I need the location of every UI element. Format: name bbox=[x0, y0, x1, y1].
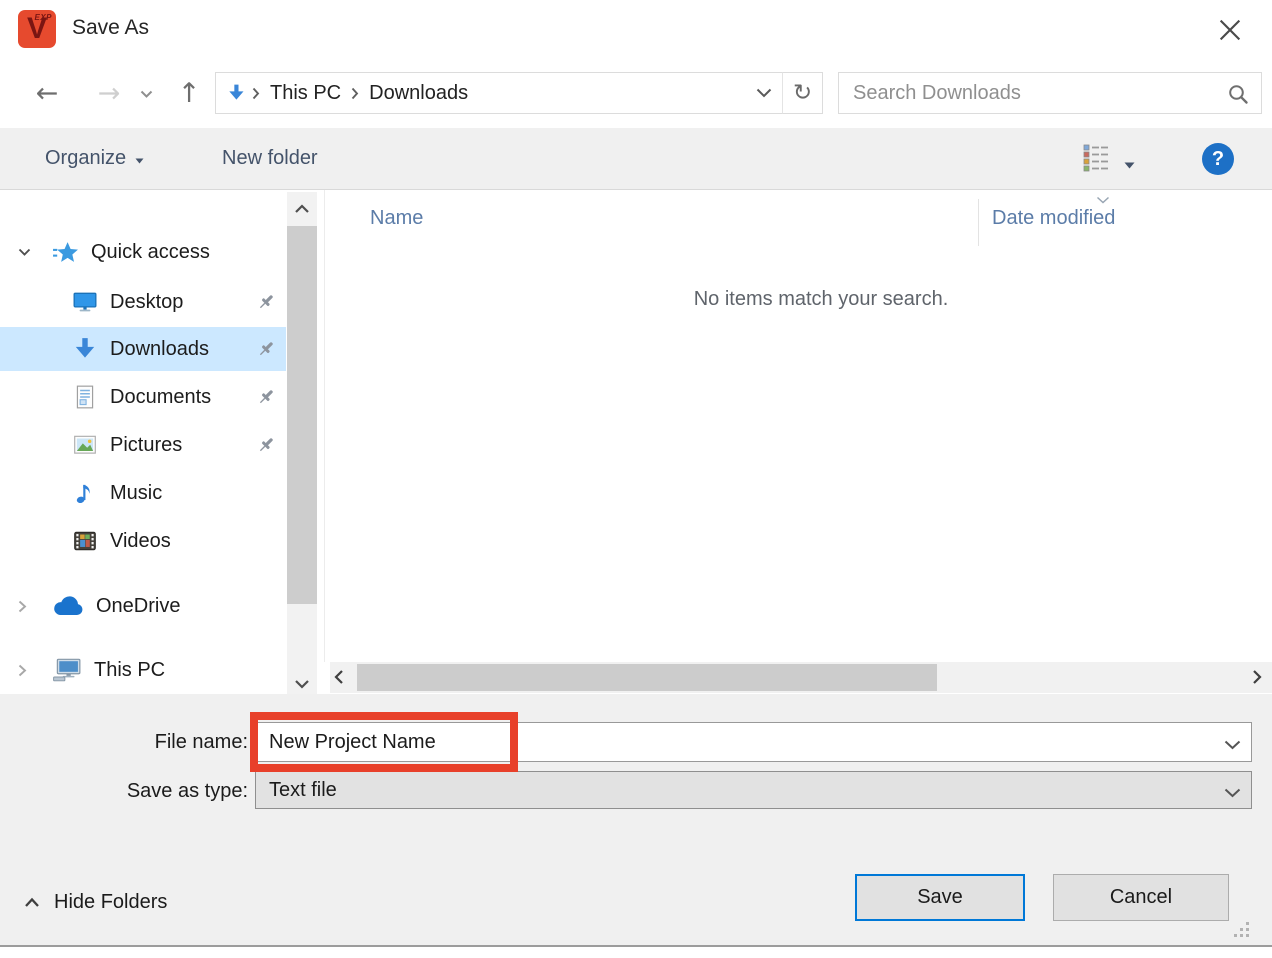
sidebar-item-documents[interactable]: Documents bbox=[0, 375, 286, 419]
sidebar-label: Videos bbox=[110, 530, 171, 553]
chevron-expanded-icon[interactable] bbox=[18, 248, 34, 257]
save-as-type-label: Save as type: bbox=[0, 780, 248, 803]
view-mode-dropdown-button[interactable] bbox=[1124, 156, 1135, 174]
resize-grip[interactable] bbox=[1234, 922, 1251, 942]
chevron-collapsed-icon[interactable] bbox=[18, 600, 34, 613]
details-view-icon bbox=[1082, 143, 1112, 173]
scroll-left-icon[interactable] bbox=[334, 669, 344, 690]
sidebar-label: This PC bbox=[94, 659, 165, 682]
dialog-title: Save As bbox=[72, 16, 149, 40]
view-mode-button[interactable] bbox=[1082, 143, 1112, 178]
address-dropdown-icon[interactable] bbox=[756, 88, 772, 98]
sidebar-label: Desktop bbox=[110, 291, 183, 314]
hide-folders-label: Hide Folders bbox=[54, 891, 167, 914]
save-as-type-select[interactable]: Text file bbox=[255, 771, 1252, 809]
close-icon bbox=[1218, 18, 1242, 42]
sidebar-item-music[interactable]: Music bbox=[0, 471, 286, 515]
sidebar-item-this-pc[interactable]: This PC bbox=[0, 648, 286, 692]
file-name-input[interactable] bbox=[255, 722, 1252, 762]
up-icon: ↑ bbox=[178, 78, 201, 109]
sidebar-label: Documents bbox=[110, 386, 211, 409]
save-as-type-dropdown-icon[interactable] bbox=[1224, 785, 1241, 803]
onedrive-cloud-icon bbox=[52, 595, 84, 617]
new-folder-button[interactable]: New folder bbox=[222, 128, 318, 189]
search-box bbox=[838, 72, 1262, 114]
scroll-right-icon[interactable] bbox=[1252, 669, 1262, 690]
close-button[interactable] bbox=[1206, 10, 1254, 50]
scroll-up-icon[interactable] bbox=[294, 201, 310, 219]
save-button[interactable]: Save bbox=[855, 874, 1025, 921]
breadcrumb-separator-icon bbox=[351, 87, 359, 100]
refresh-button[interactable]: ↻ bbox=[782, 72, 823, 114]
sidebar-item-pictures[interactable]: Pictures bbox=[0, 423, 286, 467]
organize-dropdown-icon bbox=[135, 158, 144, 164]
pin-icon bbox=[256, 435, 276, 461]
chevron-collapsed-icon[interactable] bbox=[18, 664, 34, 677]
forward-icon: → bbox=[98, 78, 121, 109]
breadcrumb-downloads[interactable]: Downloads bbox=[369, 82, 468, 105]
organize-button[interactable]: Organize bbox=[45, 128, 144, 189]
app-logo-badge: EXP bbox=[34, 13, 52, 22]
search-input[interactable] bbox=[843, 74, 1203, 112]
sidebar-scrollbar-thumb[interactable] bbox=[287, 226, 317, 604]
sidebar-label: Downloads bbox=[110, 338, 209, 361]
downloads-icon bbox=[72, 336, 98, 362]
music-note-icon bbox=[72, 480, 98, 506]
save-button-label: Save bbox=[917, 886, 963, 909]
sidebar-label: Quick access bbox=[91, 241, 210, 264]
organize-label: Organize bbox=[45, 147, 126, 170]
this-pc-icon bbox=[52, 657, 82, 683]
search-icon bbox=[1227, 83, 1249, 105]
cancel-button-label: Cancel bbox=[1110, 886, 1172, 909]
cancel-button[interactable]: Cancel bbox=[1053, 874, 1229, 921]
file-name-label: File name: bbox=[0, 731, 248, 754]
column-header-name[interactable]: Name bbox=[370, 207, 423, 230]
sidebar-divider bbox=[324, 190, 325, 662]
save-as-type-value: Text file bbox=[269, 779, 337, 802]
sidebar-item-desktop[interactable]: Desktop bbox=[0, 280, 286, 324]
chevron-up-icon bbox=[24, 897, 40, 908]
help-button[interactable]: ? bbox=[1202, 143, 1234, 175]
forward-button[interactable]: → bbox=[90, 74, 128, 112]
up-button[interactable]: ↑ bbox=[170, 74, 208, 112]
quick-access-star-icon bbox=[52, 239, 79, 266]
app-icon: V EXP bbox=[18, 10, 56, 48]
save-as-dialog: V EXP Save As ← → ↑ This PC Downloads bbox=[0, 0, 1272, 958]
sidebar-item-videos[interactable]: Videos bbox=[0, 519, 286, 563]
document-icon bbox=[72, 384, 98, 410]
breadcrumb-this-pc[interactable]: This PC bbox=[270, 82, 341, 105]
hide-folders-button[interactable]: Hide Folders bbox=[24, 884, 167, 920]
scroll-down-icon[interactable] bbox=[294, 676, 310, 694]
back-button[interactable]: ← bbox=[28, 74, 66, 112]
pictures-icon bbox=[72, 432, 98, 458]
videos-film-icon bbox=[72, 528, 98, 554]
recent-locations-button[interactable] bbox=[140, 86, 153, 104]
column-header-date-modified[interactable]: Date modified bbox=[992, 207, 1115, 230]
empty-list-message: No items match your search. bbox=[350, 288, 1272, 311]
horizontal-scrollbar-thumb[interactable] bbox=[357, 664, 937, 691]
pin-icon bbox=[256, 292, 276, 318]
sidebar-label: OneDrive bbox=[96, 595, 180, 618]
sidebar-item-quick-access[interactable]: Quick access bbox=[0, 230, 286, 274]
new-folder-label: New folder bbox=[222, 147, 318, 170]
column-divider[interactable] bbox=[978, 199, 979, 246]
refresh-icon: ↻ bbox=[793, 80, 812, 106]
chevron-down-icon bbox=[140, 90, 153, 99]
downloads-folder-icon bbox=[226, 83, 246, 103]
command-toolbar: Organize New folder bbox=[0, 128, 1272, 190]
sidebar-label: Pictures bbox=[110, 434, 182, 457]
address-bar[interactable]: This PC Downloads bbox=[215, 72, 783, 114]
chevron-down-icon bbox=[1124, 162, 1135, 169]
help-icon: ? bbox=[1212, 148, 1224, 171]
sidebar-item-downloads[interactable]: Downloads bbox=[0, 327, 286, 371]
pin-icon bbox=[256, 387, 276, 413]
window-border bbox=[0, 945, 1272, 947]
sidebar-item-onedrive[interactable]: OneDrive bbox=[0, 584, 286, 628]
back-icon: ← bbox=[36, 78, 59, 109]
sidebar-label: Music bbox=[110, 482, 162, 505]
desktop-icon bbox=[72, 289, 98, 315]
pin-icon bbox=[256, 339, 276, 365]
breadcrumb-separator-icon bbox=[252, 87, 260, 100]
file-name-dropdown-icon[interactable] bbox=[1224, 737, 1241, 755]
